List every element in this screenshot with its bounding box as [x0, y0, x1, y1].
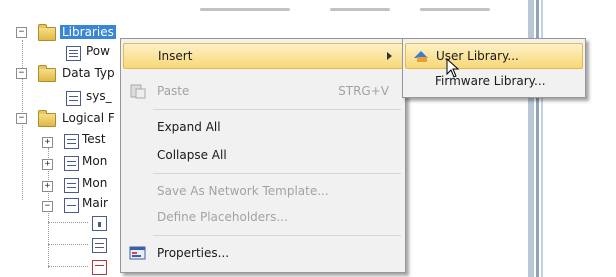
menu-item-properties[interactable]: Properties... [123, 241, 403, 265]
insert-submenu: User Library... Firmware Library... [402, 38, 586, 98]
tree-item-test[interactable]: Test [82, 132, 106, 146]
info-icon [92, 216, 107, 231]
tree-expander[interactable]: + [42, 137, 53, 148]
tree-expander[interactable]: + [42, 159, 53, 170]
background-text [330, 8, 390, 11]
mouse-cursor-icon [446, 58, 460, 78]
shortcut-label: STRG+V [338, 84, 389, 98]
block-icon [92, 238, 107, 253]
menu-item-firmware-library[interactable]: Firmware Library... [405, 69, 583, 93]
menu-item-paste[interactable]: Paste STRG+V [123, 79, 403, 103]
block-icon [92, 260, 107, 275]
tree-item-mon[interactable]: Mon [82, 154, 107, 168]
tree-expander[interactable]: − [42, 201, 53, 212]
tree-item-libraries[interactable]: Libraries [60, 25, 116, 39]
datatype-icon [66, 91, 81, 106]
menu-item-expand-all[interactable]: Expand All [123, 115, 403, 139]
user-library-icon [414, 51, 428, 62]
tree-expander[interactable]: − [16, 68, 27, 79]
menu-item-user-library[interactable]: User Library... [405, 43, 583, 69]
block-icon [64, 198, 79, 213]
folder-icon [38, 110, 56, 127]
block-icon [64, 134, 79, 149]
menu-separator [153, 173, 401, 174]
menu-separator [153, 235, 401, 236]
tree-expander[interactable]: − [16, 113, 27, 124]
library-icon [66, 46, 81, 61]
tree-item-data-types[interactable]: Data Typ [62, 66, 115, 80]
properties-icon [129, 246, 146, 260]
menu-item-save-network-template[interactable]: Save As Network Template... [123, 179, 403, 203]
tree-item-logical-folder[interactable]: Logical F [62, 111, 115, 125]
tree-item-main[interactable]: Mair [82, 196, 108, 210]
background-text [200, 8, 290, 11]
block-icon [64, 156, 79, 171]
tree-expander[interactable]: − [16, 27, 27, 38]
menu-item-collapse-all[interactable]: Collapse All [123, 143, 403, 167]
paste-icon [130, 84, 146, 99]
submenu-arrow-icon [387, 52, 392, 60]
block-icon [64, 178, 79, 193]
background-text [420, 8, 490, 11]
context-menu: Insert Paste STRG+V Expand All Collapse … [120, 38, 406, 273]
menu-item-define-placeholders[interactable]: Define Placeholders... [123, 205, 403, 229]
tree-item-mon-2[interactable]: Mon [82, 176, 107, 190]
menu-item-insert[interactable]: Insert [123, 43, 403, 69]
folder-icon [38, 65, 56, 82]
tree-item-sys[interactable]: sys_ [86, 89, 112, 103]
tree-item-pow[interactable]: Pow [86, 44, 110, 58]
menu-separator [153, 109, 401, 110]
tree-expander[interactable]: + [42, 181, 53, 192]
folder-icon [38, 24, 56, 41]
